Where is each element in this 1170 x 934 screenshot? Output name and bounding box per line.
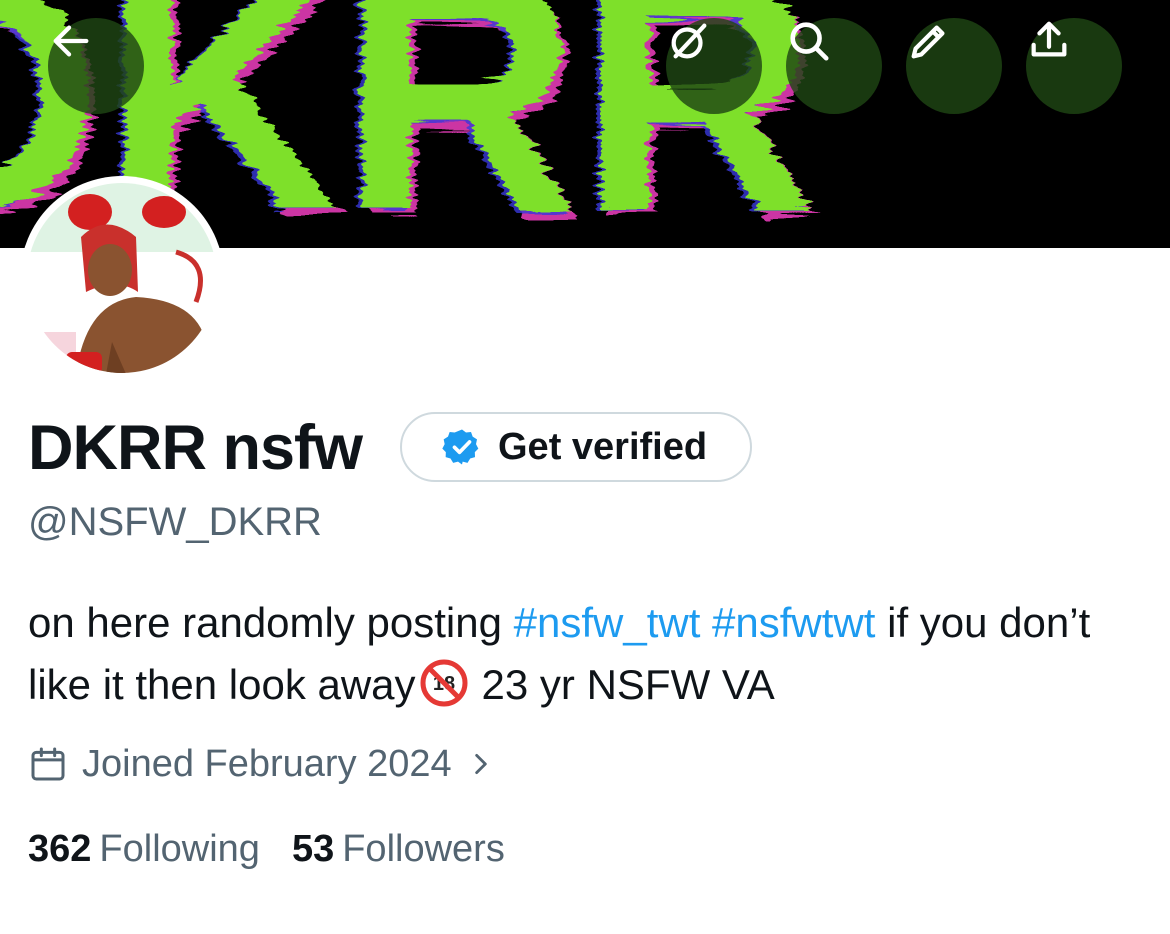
hashtag-link[interactable]: #nsfwtwt: [712, 599, 875, 646]
back-button[interactable]: [48, 18, 144, 114]
arrow-left-icon: [53, 25, 89, 57]
joined-date[interactable]: Joined February 2024: [28, 740, 494, 788]
avatar-image: [27, 183, 217, 373]
following-link[interactable]: 362 Following: [28, 826, 260, 872]
followers-count: 53: [291, 828, 335, 870]
following-label: Following: [99, 828, 260, 870]
bio-text: 23 yr NSFW VA: [481, 661, 775, 708]
calendar-icon: [31, 747, 65, 781]
pencil-icon: [911, 25, 945, 59]
follow-stats: 362 Following 53 Followers: [28, 826, 537, 872]
bio: on here randomly posting #nsfw_twt #nsfw…: [28, 592, 1138, 716]
verified-badge-icon: [442, 429, 479, 465]
display-name: DKRR nsfw: [28, 413, 363, 483]
search-button[interactable]: [786, 18, 882, 114]
share-button[interactable]: [1026, 18, 1122, 114]
search-icon: [790, 22, 829, 61]
handle: @NSFW_DKRR: [28, 500, 322, 544]
edit-button[interactable]: [906, 18, 1002, 114]
grok-button[interactable]: [666, 18, 762, 114]
joined-text: Joined February 2024: [82, 742, 452, 785]
followers-link[interactable]: 53 Followers: [292, 826, 505, 872]
grok-icon: [671, 23, 707, 59]
following-count: 362: [28, 828, 92, 870]
bio-text: on here randomly posting: [28, 599, 514, 646]
no-under-18-emoji-icon: 🔞18: [420, 659, 468, 707]
followers-label: Followers: [342, 828, 505, 870]
share-icon: [1031, 21, 1067, 57]
hashtag-link[interactable]: #nsfw_twt: [514, 599, 701, 646]
get-verified-button[interactable]: Get verified: [400, 412, 752, 482]
chevron-right-icon: [474, 753, 487, 775]
get-verified-label: Get verified: [498, 425, 708, 468]
avatar[interactable]: [20, 176, 224, 380]
